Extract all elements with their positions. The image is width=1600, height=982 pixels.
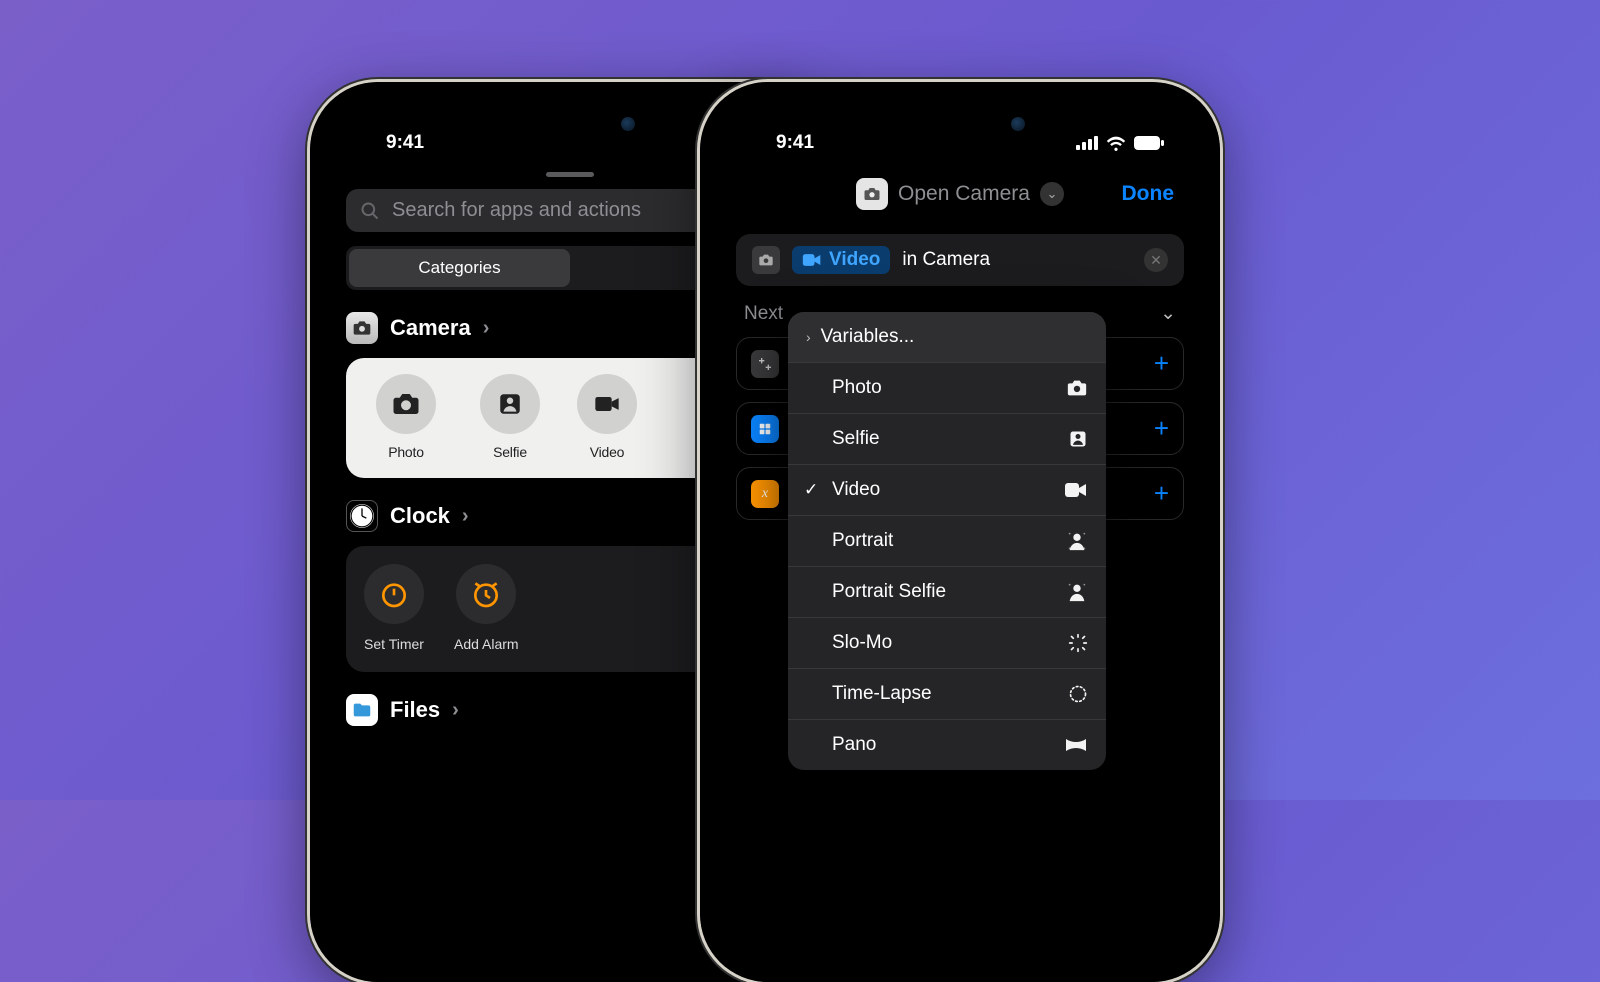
timer-icon xyxy=(364,564,424,624)
popover-variables[interactable]: › Variables... xyxy=(788,312,1106,363)
popover-option-pano[interactable]: Pano xyxy=(788,720,1106,770)
status-icons xyxy=(1076,136,1164,151)
wifi-icon xyxy=(1106,136,1126,151)
portrait-icon xyxy=(1066,581,1088,603)
nav-title[interactable]: Open Camera ⌄ xyxy=(856,178,1064,210)
camera-app-icon xyxy=(346,312,378,344)
chevron-right-icon: › xyxy=(806,329,811,345)
spinner-icon xyxy=(1068,633,1088,653)
portrait-icon xyxy=(1066,530,1088,552)
camera-icon xyxy=(1066,377,1088,399)
popover-option-portrait[interactable]: Portrait xyxy=(788,516,1106,567)
spinner-icon xyxy=(1068,684,1088,704)
nav-bar: Open Camera ⌄ Done xyxy=(714,164,1206,228)
camera-action-photo[interactable]: Photo xyxy=(360,374,452,462)
phone-right: 9:41 Open Camera ⌄ Done Video in Camera … xyxy=(700,82,1220,982)
clock-app-icon xyxy=(346,500,378,532)
pano-icon xyxy=(1064,737,1088,753)
mode-pill[interactable]: Video xyxy=(792,246,890,274)
action-row[interactable]: Video in Camera ✕ xyxy=(736,234,1184,286)
camera-icon xyxy=(856,178,888,210)
suggestion-icon: x xyxy=(751,480,779,508)
camera-icon xyxy=(752,246,780,274)
screen-right: 9:41 Open Camera ⌄ Done Video in Camera … xyxy=(714,96,1206,968)
alarm-icon xyxy=(456,564,516,624)
chevron-down-icon[interactable]: ⌄ xyxy=(1040,182,1064,206)
suggestion-icon xyxy=(751,350,779,378)
battery-icon xyxy=(1134,136,1164,150)
chevron-right-icon: › xyxy=(452,699,459,722)
plus-icon[interactable]: + xyxy=(1154,478,1169,509)
status-time: 9:41 xyxy=(386,132,424,154)
video-icon xyxy=(802,252,822,268)
clock-action-alarm[interactable]: Add Alarm xyxy=(454,564,519,654)
camera-action-selfie[interactable]: Selfie xyxy=(464,374,556,462)
chevron-right-icon: › xyxy=(462,505,469,528)
suggestion-icon xyxy=(751,415,779,443)
popover-option-portrait-selfie[interactable]: Portrait Selfie xyxy=(788,567,1106,618)
drawer-grabber[interactable] xyxy=(546,172,594,177)
plus-icon[interactable]: + xyxy=(1154,413,1169,444)
search-placeholder: Search for apps and actions xyxy=(392,199,641,222)
selfie-icon xyxy=(480,374,540,434)
clock-action-timer[interactable]: Set Timer xyxy=(364,564,424,654)
cellular-icon xyxy=(1076,136,1098,150)
status-time: 9:41 xyxy=(776,132,814,154)
plus-icon[interactable]: + xyxy=(1154,348,1169,379)
popover-option-timelapse[interactable]: Time-Lapse xyxy=(788,669,1106,720)
files-title: Files xyxy=(390,697,440,723)
photo-icon xyxy=(376,374,436,434)
popover-option-selfie[interactable]: Selfie xyxy=(788,414,1106,465)
selfie-icon xyxy=(1068,429,1088,449)
chevron-down-icon: ⌄ xyxy=(1160,302,1176,325)
done-button[interactable]: Done xyxy=(1122,182,1175,206)
close-icon[interactable]: ✕ xyxy=(1144,248,1168,272)
clock-title: Clock xyxy=(390,503,450,529)
chevron-right-icon: › xyxy=(483,317,490,340)
search-icon xyxy=(360,201,380,221)
popover-option-slomo[interactable]: Slo-Mo xyxy=(788,618,1106,669)
files-app-icon xyxy=(346,694,378,726)
mode-popover: › Variables... Photo Selfie Video Portra… xyxy=(788,312,1106,770)
video-icon xyxy=(577,374,637,434)
video-icon xyxy=(1064,481,1088,499)
popover-option-photo[interactable]: Photo xyxy=(788,363,1106,414)
popover-option-video[interactable]: Video xyxy=(788,465,1106,516)
camera-action-video[interactable]: Video xyxy=(568,374,646,462)
tab-categories[interactable]: Categories xyxy=(349,249,570,287)
action-suffix: in Camera xyxy=(902,249,990,271)
camera-title: Camera xyxy=(390,315,471,341)
